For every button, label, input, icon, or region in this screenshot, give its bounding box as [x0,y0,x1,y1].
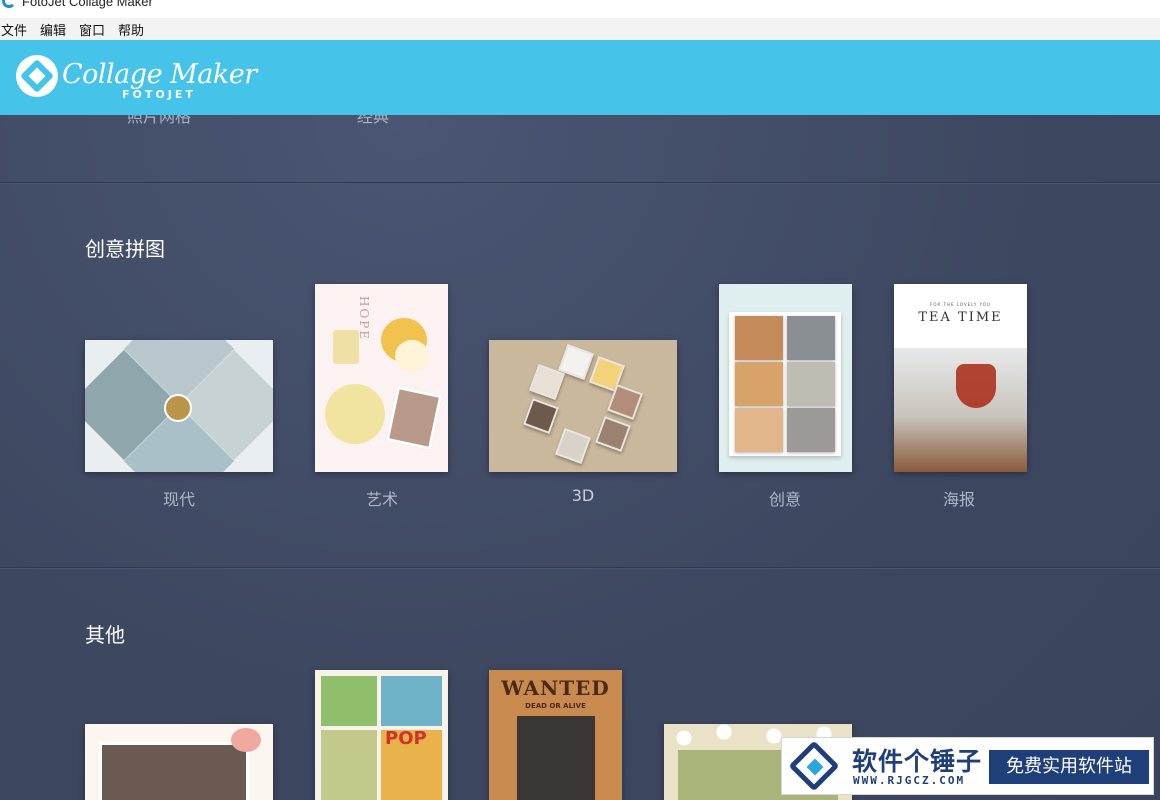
art-photo [385,385,443,451]
watermark-logo-icon [788,740,840,792]
label-photo-grid: 照片网格 [127,115,192,126]
window-titlebar: FotoJet Collage Maker [0,0,1160,18]
fotojet-app-icon [2,0,16,8]
modern-center-badge [164,394,192,422]
section-title-other: 其他 [85,623,125,647]
template-label-3d: 3D [571,486,595,505]
wedding-flower [231,728,261,752]
creative-poster-frame [729,312,841,456]
template-label-poster: 海报 [942,490,975,509]
3d-cube [523,398,559,434]
dog-photo [787,408,835,452]
template-wanted[interactable]: WANTED DEAD OR ALIVE [489,670,622,800]
app-header: Collage Maker FOTOJET [0,40,1160,115]
watermark-title: 软件个锤子 [852,747,983,776]
comic-panel [381,676,442,726]
menu-bar: 文件 编辑 窗口 帮助 [0,18,1160,40]
template-gallery[interactable]: 照片网格 经典 创意拼图 现代 HOPE 艺术 3D 创意 FOR THE LO… [0,115,1160,800]
art-fruit-2 [395,340,429,372]
comic-panel [321,676,377,726]
art-hope-text: HOPE [357,296,371,342]
template-art[interactable]: HOPE [315,284,448,472]
template-label-creative: 创意 [768,490,801,509]
label-classic: 经典 [357,115,390,126]
wanted-photo [517,716,595,800]
wanted-title: WANTED [501,676,610,700]
template-3d[interactable] [489,340,677,472]
logo-mark-icon [16,55,58,97]
comic-panel [321,730,377,800]
dog-photo [735,408,783,452]
menu-window[interactable]: 窗口 [78,20,112,39]
template-label-art: 艺术 [365,490,398,509]
dog-photo [735,362,783,406]
template-comic[interactable]: POP [315,670,448,800]
menu-edit[interactable]: 编辑 [39,20,73,39]
template-modern[interactable] [85,340,273,472]
wedding-photo [99,742,249,800]
dog-photo [735,316,783,360]
template-creative[interactable] [719,284,852,472]
art-glass [333,330,359,364]
section-title-creative: 创意拼图 [85,237,165,261]
wanted-subtitle: DEAD OR ALIVE [525,702,586,710]
window-title: FotoJet Collage Maker [22,0,153,9]
menu-help[interactable]: 帮助 [117,20,151,39]
dog-photo [787,362,835,406]
template-wedding[interactable] [85,724,273,800]
template-label-modern: 现代 [162,490,195,509]
poster-tagline: FOR THE LOVELY YOU [930,302,991,307]
art-fruit-3 [316,375,394,453]
menu-file[interactable]: 文件 [0,20,34,39]
watermark-slogan: 免费实用软件站 [989,750,1149,784]
watermark-url: WWW.RJGCZ.COM [853,774,966,787]
template-poster[interactable]: FOR THE LOVELY YOU TEA TIME [894,284,1027,472]
collage-maker-logo[interactable]: Collage Maker FOTOJET [16,55,257,103]
logo-subtitle: FOTOJET [122,88,196,101]
3d-cube [555,428,591,464]
section-divider [0,182,1160,183]
poster-title: TEA TIME [918,310,1003,325]
3d-cube [595,416,631,452]
logo-name: Collage Maker [62,59,257,90]
poster-teapot [956,364,996,408]
site-watermark: 软件个锤子 WWW.RJGCZ.COM 免费实用软件站 [781,737,1154,795]
comic-pop-word: POP [385,728,427,749]
section-divider [0,567,1160,568]
dog-photo [787,316,835,360]
previous-section-labels: 照片网格 经典 [0,115,1160,126]
